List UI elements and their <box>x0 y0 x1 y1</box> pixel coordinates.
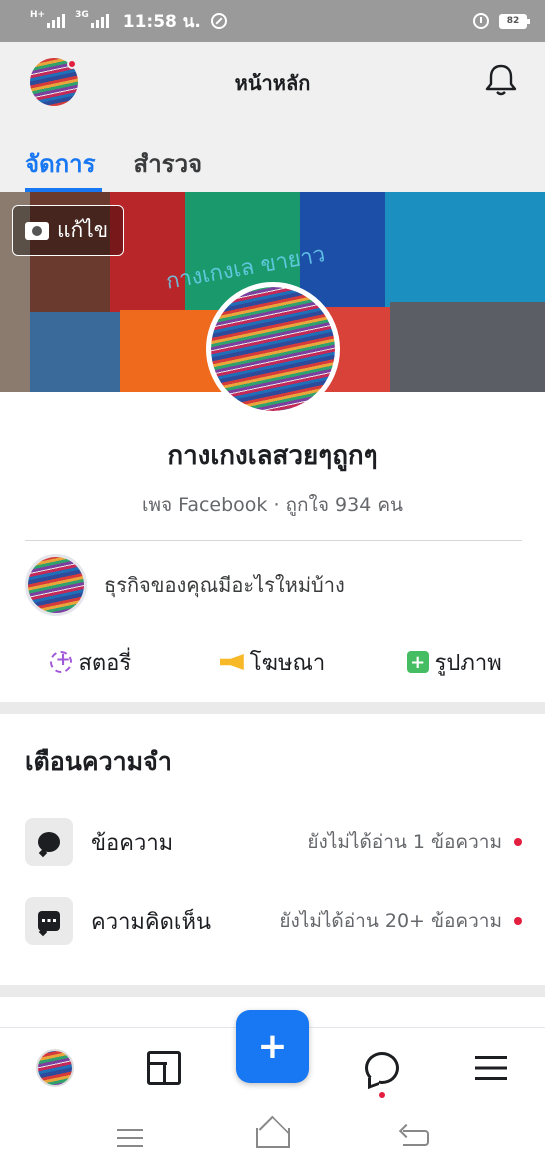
profile-picture[interactable] <box>206 282 340 416</box>
notification-dot <box>378 1091 385 1098</box>
edit-cover-label: แก้ไข <box>57 218 109 242</box>
composer-avatar <box>25 554 87 616</box>
signal-icon-2 <box>90 14 109 28</box>
section-separator <box>0 702 545 714</box>
create-actions: สตอรี่ โฆษณา + รูปภาพ <box>0 640 545 684</box>
reminder-messages[interactable]: ข้อความ ยังไม่ได้อ่าน 1 ข้อความ <box>25 818 522 866</box>
story-button[interactable]: สตอรี่ <box>0 640 182 684</box>
page-avatar-icon <box>35 1048 74 1087</box>
page-meta: เพจ Facebook · ถูกใจ 934 คน <box>141 494 404 516</box>
page-name[interactable]: กางเกงเลสวยๆถูกๆ <box>0 435 545 476</box>
camera-icon <box>25 221 49 240</box>
photo-icon: + <box>406 651 429 673</box>
tab-manage[interactable]: จัดการ <box>25 124 102 192</box>
reminder-comments[interactable]: ความคิดเห็น ยังไม่ได้อ่าน 20+ ข้อความ <box>25 897 522 945</box>
page-title: หน้าหลัก <box>234 71 311 95</box>
reminder-status: ยังไม่ได้อ่าน 1 ข้อความ <box>307 831 502 853</box>
post-composer[interactable]: ธุรกิจของคุณมีอะไรใหม่บ้าง <box>25 553 522 617</box>
chat-icon <box>364 1051 399 1084</box>
reminder-label: ข้อความ <box>91 830 174 856</box>
reminder-status: ยังไม่ได้อ่าน 20+ ข้อความ <box>279 910 502 932</box>
system-nav-bar <box>0 1107 545 1169</box>
nav-menu[interactable] <box>436 1028 545 1108</box>
tab-explore[interactable]: สำรวจ <box>134 124 203 192</box>
app-header: หน้าหลัก <box>0 42 545 124</box>
comment-icon <box>25 897 73 945</box>
ad-label: โฆษณา <box>249 650 326 676</box>
battery-icon: 82 <box>499 13 530 29</box>
divider <box>25 540 522 541</box>
menu-icon <box>474 1055 507 1080</box>
create-post-button[interactable]: + <box>236 1010 309 1083</box>
home-icon[interactable] <box>255 1128 290 1148</box>
composer-prompt: ธุรกิจของคุณมีอะไรใหม่บ้าง <box>104 573 345 597</box>
edit-cover-button[interactable]: แก้ไข <box>12 205 124 256</box>
network-type: H+ <box>30 10 46 20</box>
nav-page[interactable] <box>0 1028 109 1108</box>
story-label: สตอรี่ <box>78 650 132 676</box>
pages-icon <box>146 1050 181 1085</box>
unread-dot <box>514 838 522 846</box>
bell-icon[interactable] <box>483 62 519 98</box>
reminder-label: ความคิดเห็น <box>91 909 211 935</box>
dnd-icon <box>210 13 227 29</box>
reminders-title: เตือนความจำ <box>25 747 172 776</box>
story-icon <box>50 649 73 673</box>
megaphone-icon <box>219 654 244 670</box>
recent-apps-icon[interactable] <box>116 1129 143 1147</box>
tab-bar: จัดการ สำรวจ <box>0 124 545 192</box>
ad-button[interactable]: โฆษณา <box>182 640 364 684</box>
network-type-2: 3G <box>75 10 89 20</box>
photo-label: รูปภาพ <box>434 650 502 676</box>
alarm-icon <box>473 13 489 29</box>
status-bar: H+ 3G 11:58 น. 82 <box>0 0 545 42</box>
nav-messages[interactable] <box>327 1028 436 1108</box>
notification-dot <box>67 59 77 69</box>
unread-dot <box>514 917 522 925</box>
clock: 11:58 น. <box>122 11 201 32</box>
signal-icon <box>47 14 66 28</box>
photo-button[interactable]: + รูปภาพ <box>363 640 545 684</box>
section-separator <box>0 985 545 997</box>
back-icon[interactable] <box>402 1130 429 1146</box>
message-icon <box>25 818 73 866</box>
nav-pages[interactable] <box>109 1028 218 1108</box>
